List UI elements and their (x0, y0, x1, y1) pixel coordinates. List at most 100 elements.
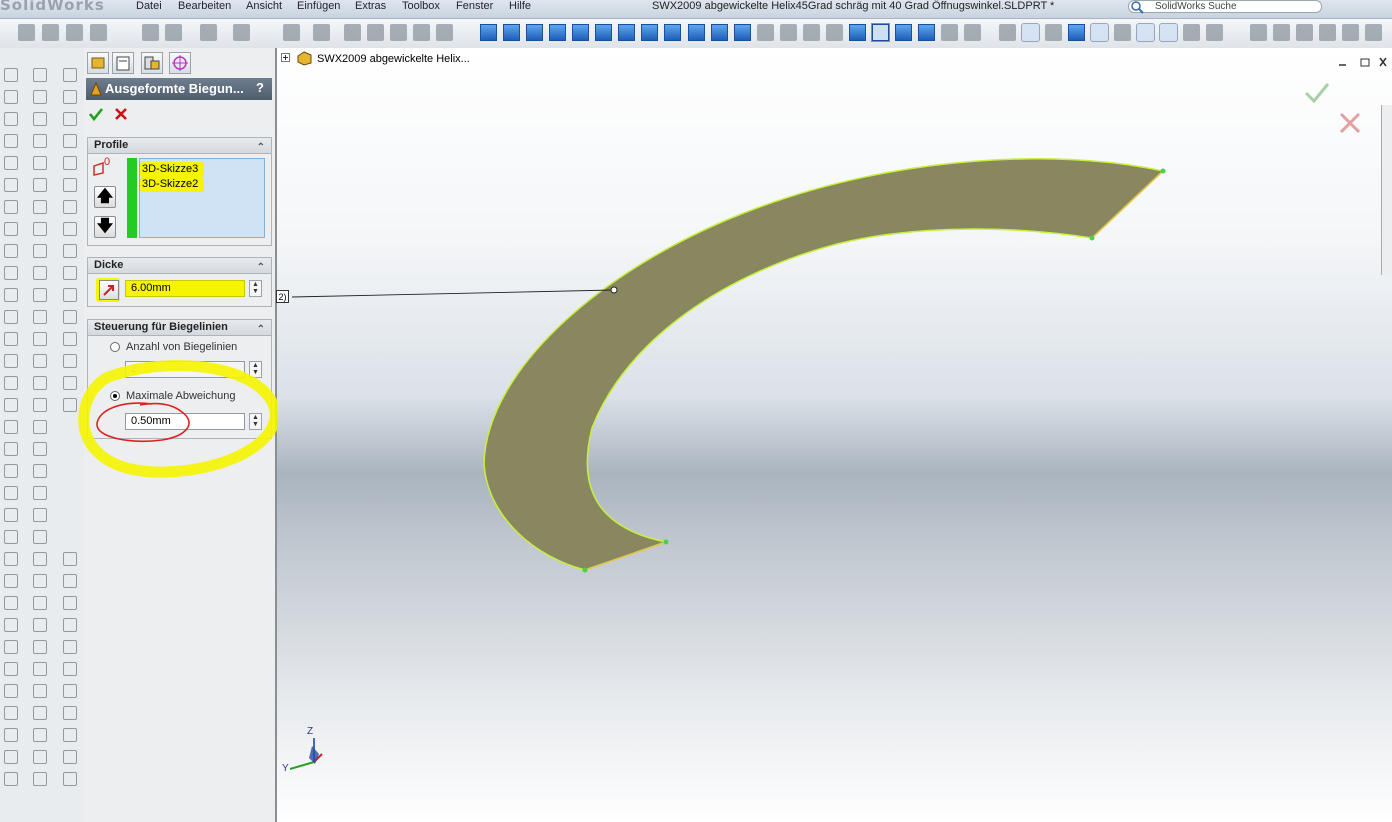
command-button-0-4[interactable] (4, 156, 18, 170)
vertex-point[interactable] (1089, 235, 1095, 241)
command-button-2-7[interactable] (63, 222, 77, 236)
collapse-icon[interactable]: ⌃ (257, 322, 265, 337)
menu-insert[interactable]: Einfügen (297, 0, 340, 12)
command-button-0-14[interactable] (4, 376, 18, 390)
command-button-0-7[interactable] (4, 222, 18, 236)
command-button-1-3[interactable] (33, 134, 47, 148)
command-button-1-25[interactable] (33, 618, 47, 632)
command-button-0-24[interactable] (4, 596, 18, 610)
toolbar-button-18[interactable] (549, 24, 566, 41)
command-button-1-27[interactable] (33, 662, 47, 676)
command-button-1-23[interactable] (33, 574, 47, 588)
command-button-0-17[interactable] (4, 442, 18, 456)
command-button-2-8[interactable] (63, 244, 77, 258)
toolbar-button-22[interactable] (641, 24, 658, 41)
collapse-icon[interactable]: ⌃ (257, 260, 265, 275)
menu-view[interactable]: Ansicht (246, 0, 282, 12)
command-button-1-17[interactable] (33, 442, 47, 456)
command-button-1-28[interactable] (33, 684, 47, 698)
command-button-0-32[interactable] (4, 772, 18, 786)
toolbar-button-45[interactable] (1183, 24, 1200, 41)
part-model[interactable] (277, 48, 1392, 822)
toolbar-button-4[interactable] (142, 24, 159, 41)
command-button-2-30[interactable] (63, 728, 77, 742)
command-button-2-10[interactable] (63, 288, 77, 302)
toolbar-button-39[interactable] (1045, 24, 1062, 41)
toolbar-button-43[interactable] (1136, 23, 1155, 42)
command-button-0-11[interactable] (4, 310, 18, 324)
toolbar-button-13[interactable] (413, 24, 430, 41)
command-button-1-14[interactable] (33, 376, 47, 390)
toolbar-button-50[interactable] (1319, 24, 1336, 41)
command-button-2-0[interactable] (63, 68, 77, 82)
command-button-0-23[interactable] (4, 574, 18, 588)
command-button-1-29[interactable] (33, 706, 47, 720)
command-button-0-16[interactable] (4, 420, 18, 434)
toolbar-button-38[interactable] (1021, 23, 1040, 42)
toolbar-button-47[interactable] (1250, 24, 1267, 41)
command-button-1-22[interactable] (33, 552, 47, 566)
command-button-1-10[interactable] (33, 288, 47, 302)
max-deviation-spinner[interactable]: ▲ ▼ (249, 413, 262, 430)
toolbar-button-37[interactable] (999, 24, 1016, 41)
bend-count-input[interactable]: 2 (125, 361, 245, 378)
menu-window[interactable]: Fenster (456, 0, 493, 12)
command-button-0-2[interactable] (4, 112, 18, 126)
command-button-2-4[interactable] (63, 156, 77, 170)
command-button-1-5[interactable] (33, 178, 47, 192)
tab-property-manager[interactable] (112, 52, 134, 74)
menu-file[interactable]: Datei (136, 0, 162, 12)
help-button[interactable]: ? (252, 80, 268, 96)
command-button-1-15[interactable] (33, 398, 47, 412)
toolbar-button-25[interactable] (711, 24, 728, 41)
command-button-1-4[interactable] (33, 156, 47, 170)
command-button-0-18[interactable] (4, 464, 18, 478)
toolbar-button-26[interactable] (734, 24, 751, 41)
toolbar-button-34[interactable] (918, 24, 935, 41)
command-button-0-21[interactable] (4, 530, 18, 544)
command-button-0-6[interactable] (4, 200, 18, 214)
profile-group-header[interactable]: Profile ⌃ (87, 137, 272, 154)
toolbar-button-2[interactable] (66, 24, 83, 41)
toolbar-button-11[interactable] (367, 24, 384, 41)
command-button-0-5[interactable] (4, 178, 18, 192)
command-button-2-5[interactable] (63, 178, 77, 192)
command-button-1-24[interactable] (33, 596, 47, 610)
toolbar-button-7[interactable] (233, 24, 250, 41)
command-button-2-9[interactable] (63, 266, 77, 280)
command-button-2-22[interactable] (63, 552, 77, 566)
command-button-2-11[interactable] (63, 310, 77, 324)
toolbar-button-35[interactable] (941, 24, 958, 41)
list-item[interactable]: 3D-Skizze3 (142, 163, 198, 175)
command-button-2-13[interactable] (63, 354, 77, 368)
command-button-0-29[interactable] (4, 706, 18, 720)
command-button-2-27[interactable] (63, 662, 77, 676)
toolbar-button-19[interactable] (572, 24, 589, 41)
command-button-2-31[interactable] (63, 750, 77, 764)
command-button-2-6[interactable] (63, 200, 77, 214)
callout-label[interactable]: 2) (276, 290, 289, 303)
profile-list[interactable]: 3D-Skizze3 3D-Skizze2 (139, 158, 265, 238)
toolbar-button-40[interactable] (1068, 24, 1085, 41)
toolbar-button-33[interactable] (895, 24, 912, 41)
max-deviation-radio[interactable] (110, 391, 120, 401)
command-button-0-12[interactable] (4, 332, 18, 346)
bend-control-group-header[interactable]: Steuerung für Biegelinien ⌃ (87, 319, 272, 336)
toolbar-button-17[interactable] (526, 24, 543, 41)
command-button-2-25[interactable] (63, 618, 77, 632)
command-button-0-28[interactable] (4, 684, 18, 698)
command-button-0-8[interactable] (4, 244, 18, 258)
toolbar-button-30[interactable] (826, 24, 843, 41)
command-button-0-19[interactable] (4, 486, 18, 500)
toolbar-button-9[interactable] (313, 24, 330, 41)
menu-help[interactable]: Hilfe (509, 0, 531, 12)
bend-count-spinner[interactable]: ▲ ▼ (249, 361, 262, 378)
toolbar-button-3[interactable] (90, 24, 107, 41)
close-icon[interactable] (113, 106, 129, 122)
toolbar-button-48[interactable] (1273, 24, 1290, 41)
command-button-2-24[interactable] (63, 596, 77, 610)
command-button-1-12[interactable] (33, 332, 47, 346)
toolbar-button-15[interactable] (480, 24, 497, 41)
toolbar-button-36[interactable] (964, 24, 981, 41)
command-button-0-1[interactable] (4, 90, 18, 104)
